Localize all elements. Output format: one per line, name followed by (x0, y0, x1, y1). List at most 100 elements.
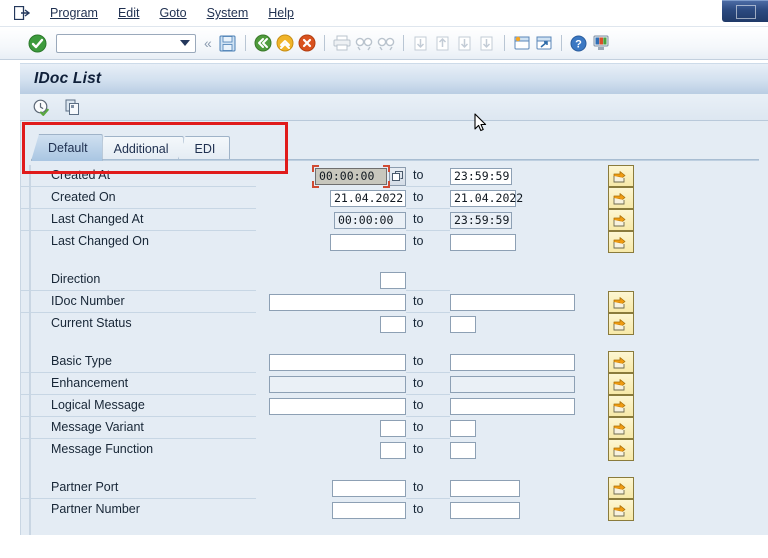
to-cell (450, 233, 596, 251)
to-label: to (413, 234, 424, 248)
input-basic-type-to[interactable] (450, 353, 575, 371)
menu-item-edit[interactable]: Edit (108, 4, 150, 22)
form-row: Partner Port to (21, 477, 768, 499)
input-basic-type-from[interactable] (269, 353, 406, 371)
tab-additional-label: Additional (113, 142, 169, 156)
previous-page-icon (432, 32, 454, 54)
save-icon[interactable] (217, 32, 239, 54)
menu-item-program[interactable]: Program (40, 4, 108, 22)
create-shortcut-icon[interactable] (533, 32, 555, 54)
menu-item-help[interactable]: Help (258, 4, 304, 22)
cancel-icon[interactable] (296, 32, 318, 54)
double-chevron-left-icon[interactable]: « (204, 35, 212, 51)
execute-with-variant-icon[interactable] (30, 96, 52, 118)
find-next-icon (375, 32, 397, 54)
multiple-selection-arrow-icon[interactable] (608, 351, 634, 373)
tab-default[interactable]: Default (31, 134, 103, 161)
multiple-selection-arrow-icon[interactable] (608, 165, 634, 187)
multiple-selection-arrow-icon[interactable] (608, 439, 634, 461)
next-page-icon (454, 32, 476, 54)
input-enhancement-to[interactable] (450, 375, 575, 393)
multiple-selection-arrow-icon[interactable] (608, 499, 634, 521)
input-message-variant-from[interactable] (380, 419, 406, 437)
multiple-selection-arrow-icon[interactable] (608, 231, 634, 253)
multiple-selection-arrow-icon[interactable] (608, 209, 634, 231)
multiple-selection-arrow-icon[interactable] (608, 291, 634, 313)
multiple-selection-arrow-icon[interactable] (608, 477, 634, 499)
tab-strip: Default Additional EDI (31, 133, 759, 161)
input-logical-message-from[interactable] (269, 397, 406, 415)
customize-local-layout-icon[interactable] (590, 32, 612, 54)
multiple-selection-icon[interactable] (62, 96, 84, 118)
input-logical-message-to[interactable] (450, 397, 575, 415)
input-partner-number-to[interactable] (450, 501, 520, 519)
input-current-status-from[interactable] (380, 315, 406, 333)
tab-edi[interactable]: EDI (177, 136, 231, 161)
mouse-pointer (474, 113, 488, 136)
focused-field-wrapper: 00:00:00 (312, 164, 390, 188)
input-last-changed-at-from[interactable]: 00:00:00 (334, 211, 406, 229)
input-created-at-from[interactable]: 00:00:00 (315, 167, 387, 185)
message-type-group: Basic Type to Enhancement to Logical Message… (21, 351, 768, 461)
multiple-selection-arrow-icon[interactable] (608, 395, 634, 417)
focus-corner-marker (312, 164, 319, 172)
input-message-function-to[interactable] (450, 441, 476, 459)
multiple-selection-arrow-icon[interactable] (608, 417, 634, 439)
command-field[interactable] (56, 33, 196, 53)
input-created-at-to[interactable]: 23:59:59 (450, 167, 512, 185)
label-current-status: Current Status (51, 316, 132, 330)
input-partner-port-from[interactable] (332, 479, 406, 497)
input-enhancement-from[interactable] (269, 375, 406, 393)
input-partner-port-to[interactable] (450, 479, 520, 497)
input-created-on-to[interactable]: 21.04.2022 (450, 189, 523, 207)
form-row: Created At 00:00:00 to 23:59:59 (21, 164, 768, 188)
input-last-changed-on-to[interactable] (450, 233, 516, 251)
from-cell (256, 419, 406, 437)
value-help-icon[interactable] (389, 166, 406, 186)
input-current-status-to[interactable] (450, 315, 476, 333)
toolbar-separator (323, 35, 325, 51)
menu-item-system[interactable]: System (197, 4, 259, 22)
to-cell: 21.04.2022 (450, 189, 596, 207)
menu-item-system-label: System (206, 6, 249, 20)
multiple-selection-arrow-icon[interactable] (608, 313, 634, 335)
idoc-group: Direction IDoc Number to Current Status to (21, 269, 768, 335)
input-last-changed-at-to[interactable]: 23:59:59 (450, 211, 512, 229)
chevron-down-icon[interactable] (180, 40, 190, 46)
menu-item-goto[interactable]: Goto (149, 4, 196, 22)
label-direction: Direction (21, 269, 256, 291)
exit-icon[interactable] (274, 32, 296, 54)
menu-item-help-label: Help (268, 6, 294, 20)
to-label: to (406, 165, 450, 187)
input-direction-from[interactable] (380, 271, 406, 289)
input-created-on-from[interactable]: 21.04.2022 (330, 189, 406, 207)
sap-logon-icon[interactable] (12, 4, 32, 22)
input-last-changed-on-from[interactable] (330, 233, 406, 251)
help-icon[interactable]: ? (568, 32, 590, 54)
input-idoc-number-to[interactable] (450, 293, 575, 311)
from-cell (256, 315, 406, 333)
to-label (406, 269, 450, 291)
from-cell: 00:00:00 (256, 211, 406, 229)
input-message-function-from[interactable] (380, 441, 406, 459)
multiple-selection-arrow-icon[interactable] (608, 187, 634, 209)
from-cell (256, 375, 406, 393)
tab-default-label: Default (48, 141, 88, 155)
restore-window-button[interactable] (722, 0, 768, 22)
last-page-icon (476, 32, 498, 54)
to-label: to (406, 373, 450, 395)
enter-icon[interactable] (26, 32, 48, 54)
input-partner-number-from[interactable] (332, 501, 406, 519)
input-message-variant-to[interactable] (450, 419, 476, 437)
menu-item-edit-label: Edit (117, 6, 140, 20)
tab-additional[interactable]: Additional (96, 136, 184, 161)
create-session-icon[interactable] (511, 32, 533, 54)
menu-item-program-label: Program (50, 6, 98, 20)
back-icon[interactable] (252, 32, 274, 54)
toolbar-separator (402, 35, 404, 51)
input-idoc-number-from[interactable] (269, 293, 406, 311)
form-row: Created On 21.04.2022 to 21.04.2022 (21, 187, 768, 209)
multiple-selection-arrow-icon[interactable] (608, 373, 634, 395)
label-idoc-number: IDoc Number (21, 291, 256, 313)
